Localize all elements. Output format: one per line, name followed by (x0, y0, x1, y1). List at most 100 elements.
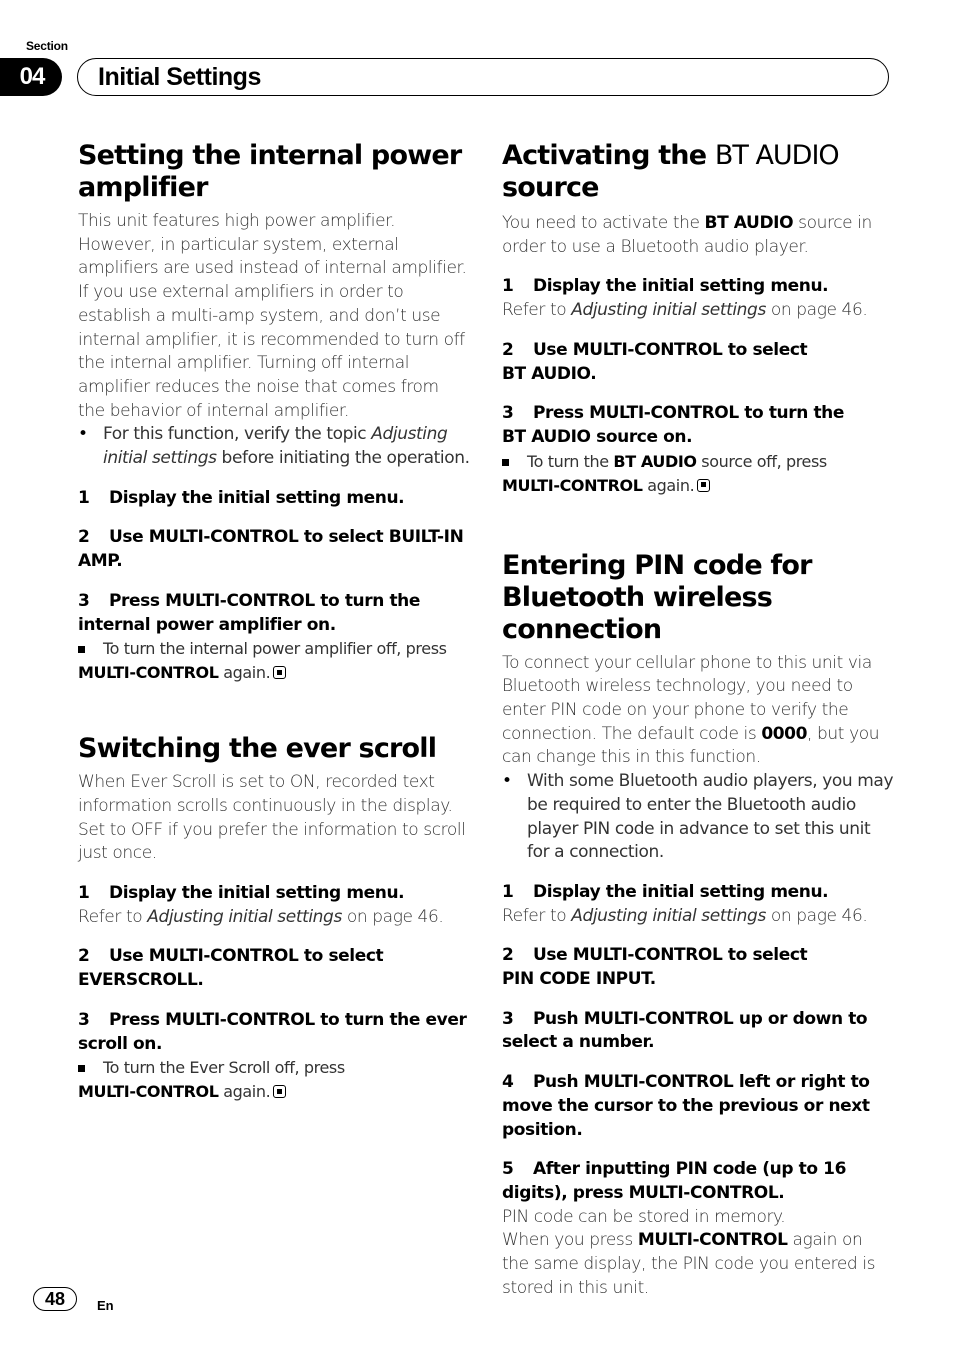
ref-text: Refer to (502, 300, 572, 321)
cross-reference-link[interactable]: Adjusting initial settings (147, 907, 342, 927)
pin-step-1-ref: Refer to Adjusting initial settings on p… (502, 905, 894, 929)
step-text: After inputting PIN code (up to 16 digit… (502, 1159, 847, 1203)
step-text: Display the initial setting menu. (533, 276, 829, 297)
note-text: again. (218, 663, 271, 683)
end-of-section-icon (273, 666, 287, 680)
page-number: 48 (33, 1287, 77, 1311)
control-name: MULTI-CONTROL (78, 1082, 219, 1102)
section-number-badge: 04 (0, 58, 62, 96)
step-number: 1 (78, 487, 90, 508)
scroll-note-continued: MULTI-CONTROL again. (78, 1080, 470, 1104)
bt-step-2: 2 Use MULTI-CONTROL to select BT AUDIO. (502, 339, 812, 386)
bullet-text: For this function, verify the topic (103, 424, 372, 445)
note-text: To turn the (527, 451, 614, 471)
heading-text: Activating the (502, 140, 715, 171)
ref-text: on page 46. (341, 906, 444, 927)
bt-note-continued: MULTI-CONTROL again. (502, 474, 894, 498)
section-label: Section (26, 39, 68, 53)
step-text: Display the initial setting menu. (109, 883, 405, 904)
step-text: Press MULTI-CONTROL to turn the ever scr… (78, 1009, 467, 1054)
note-text: To turn the Ever Scroll off, press (103, 1058, 345, 1078)
body-text: When you press (502, 1230, 638, 1251)
ref-text: on page 46. (765, 905, 868, 926)
bt-note: To turn the BT AUDIO source off, press (502, 450, 894, 474)
default-pin-code: 0000 (761, 723, 808, 744)
note-square-icon (78, 1065, 85, 1073)
end-of-section-icon (697, 478, 711, 492)
step-text: Display the initial setting menu. (533, 881, 829, 902)
step-number: 5 (502, 1159, 514, 1180)
amp-intro: This unit features high power amplifier.… (78, 211, 467, 421)
amp-step-1: 1 Display the initial setting menu. (78, 487, 470, 511)
scroll-step-3: 3 Press MULTI-CONTROL to turn the ever sc… (78, 1009, 470, 1056)
step-number: 3 (78, 1009, 90, 1030)
pin-step-5-text-2: When you press MULTI-CONTROL again on th… (502, 1229, 894, 1300)
step-number: 4 (502, 1072, 514, 1093)
amp-step-2: 2 Use MULTI-CONTROL to select BUILT-IN AM… (78, 526, 470, 573)
step-text: Display the initial setting menu. (109, 487, 405, 508)
pin-step-2: 2 Use MULTI-CONTROL to select PIN CODE IN… (502, 944, 812, 991)
pin-step-4: 4 Push MULTI-CONTROL left or right to mov… (502, 1071, 894, 1142)
note-text: To turn the internal power amplifier off… (103, 639, 447, 659)
cross-reference-link[interactable]: Adjusting initial settings (571, 300, 766, 320)
note-square-icon (78, 646, 85, 654)
step-text: Use MULTI-CONTROL to select PIN CODE INP… (502, 945, 808, 990)
step-number: 2 (78, 946, 90, 967)
step-number: 3 (502, 403, 514, 424)
scroll-intro: When Ever Scroll is set to ON, recorded … (78, 772, 466, 864)
pin-bullet: With some Bluetooth audio players, you m… (502, 770, 894, 865)
source-name: BT AUDIO (613, 451, 697, 471)
note-text: source off, press (696, 451, 827, 471)
bullet-text: before initiating the operation. (216, 448, 470, 469)
step-number: 3 (78, 590, 90, 611)
step-text: Use MULTI-CONTROL to select BT AUDIO. (502, 339, 808, 384)
note-text: again. (642, 475, 695, 495)
scroll-note: To turn the Ever Scroll off, press (78, 1056, 470, 1080)
control-name: MULTI-CONTROL (637, 1230, 788, 1251)
control-name: MULTI-CONTROL (502, 475, 643, 495)
bt-audio-section: Activating the BT AUDIO source You need … (502, 140, 894, 498)
bt-step-3: 3 Press MULTI-CONTROL to turn the BT AUDI… (502, 402, 847, 449)
control-name: MULTI-CONTROL (78, 663, 219, 683)
note-text: again. (218, 1082, 271, 1102)
amp-step-3: 3 Press MULTI-CONTROL to turn the interna… (78, 590, 470, 637)
pin-step-3: 3 Push MULTI-CONTROL up or down to select… (502, 1008, 872, 1055)
pin-section: Entering PIN code for Bluetooth wireless… (502, 550, 894, 1301)
pin-step-1: 1 Display the initial setting menu. (502, 881, 894, 905)
scroll-step-1-ref: Refer to Adjusting initial settings on p… (78, 906, 470, 930)
scroll-section: Switching the ever scroll When Ever Scro… (78, 733, 470, 1104)
bt-audio-intro: You need to activate the BT AUDIO source… (502, 212, 894, 259)
amp-note-continued: MULTI-CONTROL again. (78, 661, 470, 685)
ref-text: Refer to (502, 905, 572, 926)
bt-step-1: 1 Display the initial setting menu. (502, 275, 894, 299)
intro-text: You need to activate the (502, 213, 705, 233)
amp-heading: Setting the internal power amplifier (78, 140, 462, 203)
source-name: BT AUDIO (704, 213, 794, 233)
note-square-icon (502, 458, 509, 466)
bt-audio-heading: Activating the BT AUDIO source (502, 140, 894, 204)
step-number: 2 (502, 945, 514, 966)
scroll-heading: Switching the ever scroll (78, 733, 437, 765)
step-number: 3 (502, 1008, 514, 1029)
heading-source-name: BT AUDIO (714, 140, 840, 171)
step-text: Use MULTI-CONTROL to select BUILT-IN AMP… (78, 527, 464, 572)
scroll-step-2: 2 Use MULTI-CONTROL to select EVERSCROLL. (78, 945, 470, 992)
step-text: Push MULTI-CONTROL left or right to move… (502, 1072, 870, 1140)
pin-intro: To connect your cellular phone to this u… (502, 652, 894, 771)
step-text: Push MULTI-CONTROL up or down to select … (502, 1008, 868, 1053)
heading-text: source (502, 172, 599, 203)
step-number: 2 (78, 527, 90, 548)
section-title: Initial Settings (98, 63, 261, 91)
scroll-step-1: 1 Display the initial setting menu. (78, 882, 470, 906)
amp-bullet: For this function, verify the topic Adju… (78, 423, 470, 470)
ref-text: Refer to (78, 906, 148, 927)
left-column: Setting the internal power amplifier Thi… (78, 140, 470, 1104)
step-number: 1 (502, 276, 514, 297)
end-of-section-icon (273, 1085, 287, 1099)
step-text: Press MULTI-CONTROL to turn the BT AUDIO… (502, 403, 845, 447)
language-code: En (97, 1298, 114, 1313)
step-text: Use MULTI-CONTROL to select EVERSCROLL. (78, 946, 384, 991)
amp-note: To turn the internal power amplifier off… (78, 637, 470, 661)
right-column: Activating the BT AUDIO source You need … (502, 140, 894, 1301)
cross-reference-link[interactable]: Adjusting initial settings (571, 906, 766, 926)
